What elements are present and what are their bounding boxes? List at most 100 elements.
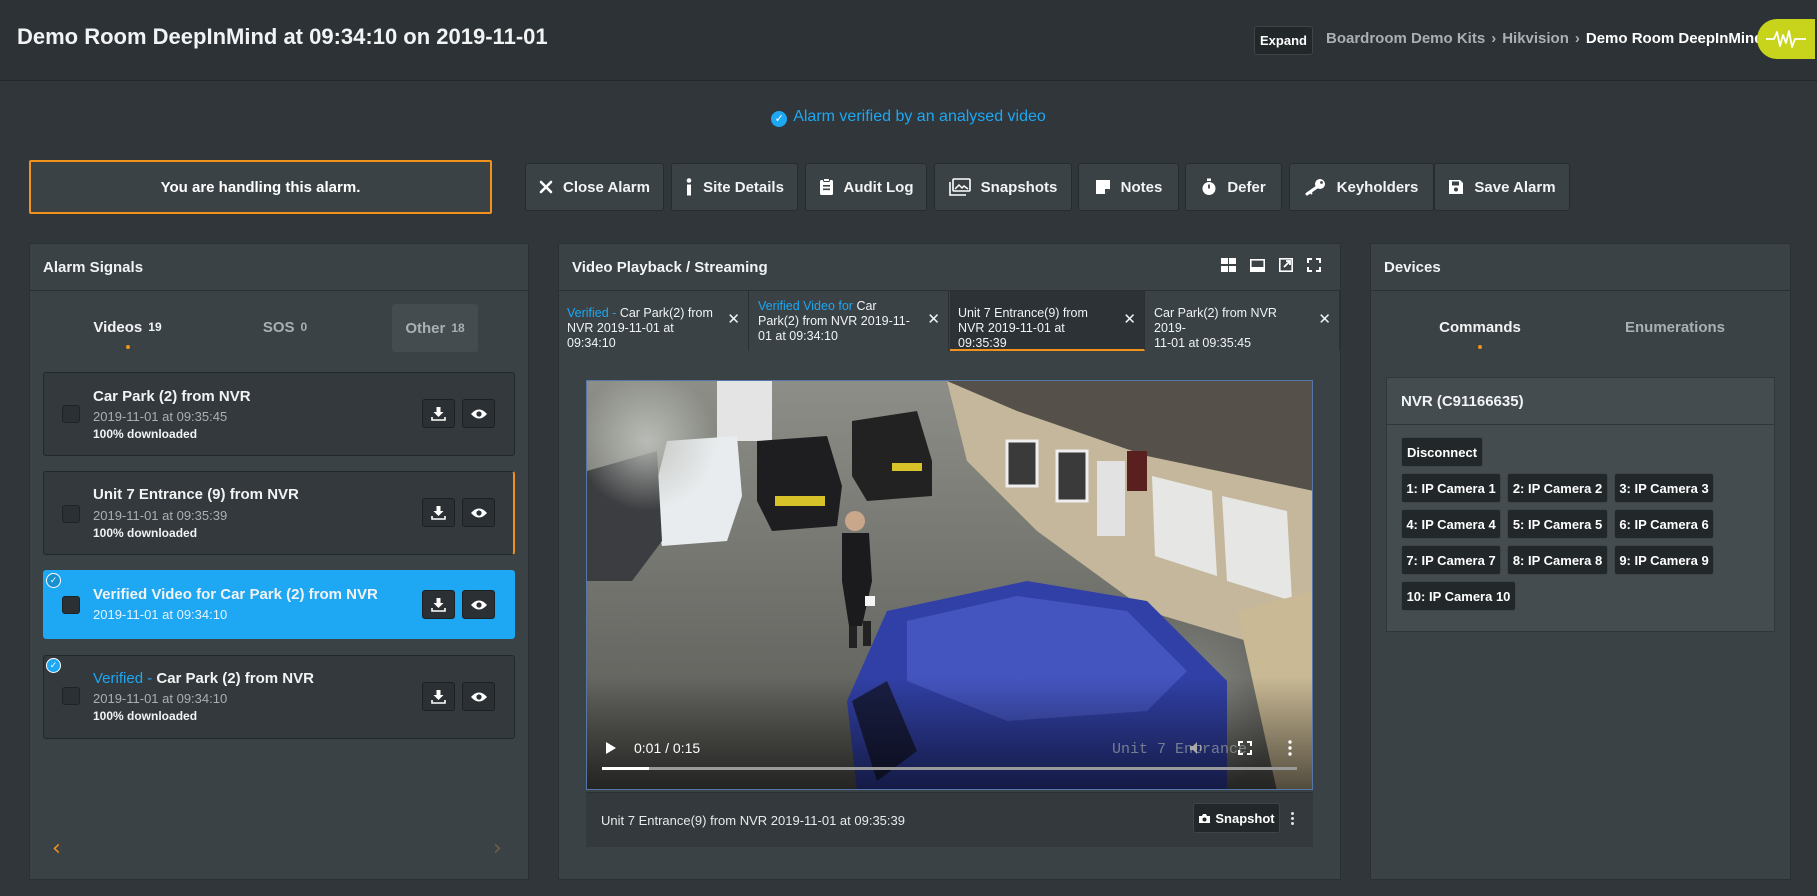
notes-label: Notes [1120, 178, 1163, 196]
alarm-signal-item[interactable]: Unit 7 Entrance (9) from NVR 2019-11-01 … [43, 471, 515, 555]
play-icon[interactable] [605, 741, 617, 755]
nvr-name: NVR (C91166635) [1387, 378, 1774, 425]
snapshots-button[interactable]: Snapshots [934, 163, 1072, 211]
download-button[interactable] [422, 682, 455, 711]
disconnect-button[interactable]: Disconnect [1401, 437, 1483, 467]
close-tab-icon[interactable]: ✕ [927, 312, 940, 327]
close-tab-icon[interactable]: ✕ [727, 312, 740, 327]
camera-10-button[interactable]: 10: IP Camera 10 [1401, 581, 1516, 611]
next-page-arrow[interactable]: › [493, 836, 502, 861]
tab-sos-count: 0 [300, 320, 308, 334]
download-button[interactable] [422, 498, 455, 527]
keyholders-button[interactable]: Keyholders [1289, 163, 1434, 211]
grid-layout-icon[interactable] [1221, 258, 1236, 272]
site-details-button[interactable]: Site Details [671, 163, 798, 211]
signal-checkbox[interactable] [62, 405, 80, 423]
previous-page-arrow[interactable]: ‹ [52, 836, 61, 861]
tab-videos[interactable]: Videos 19 [80, 303, 175, 351]
alarm-signal-item[interactable]: Car Park (2) from NVR 2019-11-01 at 09:3… [43, 372, 515, 456]
tab-sos[interactable]: SOS 0 [240, 303, 330, 351]
tab-commands[interactable]: Commands [1425, 303, 1535, 351]
close-alarm-button[interactable]: Close Alarm [525, 163, 664, 211]
download-button[interactable] [422, 399, 455, 428]
expand-button[interactable]: Expand [1254, 26, 1313, 55]
signal-status: 100% downloaded [93, 427, 198, 441]
camera-4-button[interactable]: 4: IP Camera 4 [1401, 509, 1501, 539]
view-button[interactable] [462, 399, 495, 428]
download-icon [431, 690, 446, 704]
keyholders-label: Keyholders [1336, 178, 1419, 196]
tab-enumerations[interactable]: Enumerations [1620, 303, 1730, 351]
verified-check-icon: ✓ [46, 658, 61, 673]
active-tab-indicator [1478, 345, 1482, 349]
download-icon [431, 506, 446, 520]
video-tab-line2: NVR 2019-11-01 at 09:35:39 [958, 321, 1065, 350]
download-icon [431, 598, 446, 612]
alarm-signals-title: Alarm Signals [30, 244, 528, 291]
fullscreen-icon[interactable] [1238, 741, 1252, 755]
close-alarm-label: Close Alarm [563, 178, 650, 196]
video-tab-line2: Park(2) from NVR 2019-11- [758, 314, 910, 328]
video-caption-text: Unit 7 Entrance(9) from NVR 2019-11-01 a… [601, 812, 905, 828]
more-options-icon[interactable] [1288, 740, 1292, 756]
view-button[interactable] [462, 590, 495, 619]
breadcrumb-item-vendor[interactable]: Hikvision [1502, 30, 1569, 47]
verified-text: Alarm verified by an analysed video [793, 108, 1046, 125]
signal-title-row: Verified - Car Park (2) from NVR [93, 670, 314, 687]
active-tab-indicator [125, 345, 130, 349]
notes-button[interactable]: Notes [1078, 163, 1179, 211]
defer-button[interactable]: Defer [1185, 163, 1282, 211]
camera-9-button[interactable]: 9: IP Camera 9 [1614, 545, 1714, 575]
breadcrumb-item-site-group[interactable]: Boardroom Demo Kits [1326, 30, 1485, 47]
camera-overlay-text: Unit 7 Entrance [1112, 741, 1248, 758]
signal-checkbox[interactable] [62, 687, 80, 705]
signal-checkbox[interactable] [62, 505, 80, 523]
camera-6-button[interactable]: 6: IP Camera 6 [1614, 509, 1714, 539]
camera-8-button[interactable]: 8: IP Camera 8 [1507, 545, 1608, 575]
view-button[interactable] [462, 498, 495, 527]
signal-title: Car Park (2) from NVR [156, 670, 314, 687]
video-tab[interactable]: Car Park(2) from NVR 2019- 11-01 at 09:3… [1146, 291, 1340, 351]
single-layout-icon[interactable] [1250, 258, 1265, 272]
eye-icon [470, 600, 487, 609]
brand-logo[interactable] [1757, 19, 1815, 59]
close-tab-icon[interactable]: ✕ [1123, 312, 1136, 327]
waveform-icon [1766, 30, 1806, 48]
alarm-signal-item-selected[interactable]: ✓ Verified Video for Car Park (2) from N… [43, 570, 515, 639]
alarm-signal-item[interactable]: ✓ Verified - Car Park (2) from NVR 2019-… [43, 655, 515, 739]
eye-icon [470, 409, 487, 418]
audit-log-button[interactable]: Audit Log [805, 163, 927, 211]
signal-status: 100% downloaded [93, 526, 198, 540]
camera-5-button[interactable]: 5: IP Camera 5 [1507, 509, 1608, 539]
video-player[interactable]: Unit 7 Entrance 0:01 / 0:15 [586, 380, 1313, 790]
tab-other-count: 18 [451, 321, 465, 335]
check-circle-icon: ✓ [771, 111, 788, 127]
camera-7-button[interactable]: 7: IP Camera 7 [1401, 545, 1501, 575]
volume-icon[interactable] [1189, 741, 1205, 755]
view-button[interactable] [462, 682, 495, 711]
signal-checkbox[interactable] [62, 596, 80, 614]
signal-title: Unit 7 Entrance (9) from NVR [93, 486, 299, 503]
verified-prefix: Verified - [93, 670, 157, 687]
tab-enumerations-label: Enumerations [1624, 318, 1726, 336]
video-tab[interactable]: Verified - Car Park(2) from NVR 2019-11-… [559, 291, 749, 351]
signal-status: 100% downloaded [93, 709, 198, 723]
camera-1-button[interactable]: 1: IP Camera 1 [1401, 473, 1501, 503]
breadcrumb: Boardroom Demo Kits › Hikvision › Demo R… [1326, 30, 1763, 47]
fullscreen-icon[interactable] [1307, 258, 1321, 272]
video-tab-line2: 11-01 at 09:35:45 [1154, 336, 1252, 350]
popout-icon[interactable] [1279, 258, 1293, 272]
close-tab-icon[interactable]: ✕ [1318, 312, 1331, 327]
video-tab[interactable]: Verified Video for Car Park(2) from NVR … [750, 291, 949, 351]
camera-2-button[interactable]: 2: IP Camera 2 [1507, 473, 1608, 503]
tab-commands-label: Commands [1439, 318, 1521, 336]
camera-3-button[interactable]: 3: IP Camera 3 [1614, 473, 1714, 503]
snapshot-button[interactable]: Snapshot [1193, 803, 1280, 833]
video-tab-line1: Unit 7 Entrance(9) from [958, 306, 1088, 320]
save-alarm-button[interactable]: Save Alarm [1434, 163, 1570, 211]
progress-track[interactable] [602, 767, 1297, 770]
video-tab-active[interactable]: Unit 7 Entrance(9) from NVR 2019-11-01 a… [950, 291, 1145, 351]
tab-other[interactable]: Other 18 [392, 304, 478, 352]
caption-more-icon[interactable] [1287, 806, 1297, 830]
download-button[interactable] [422, 590, 455, 619]
